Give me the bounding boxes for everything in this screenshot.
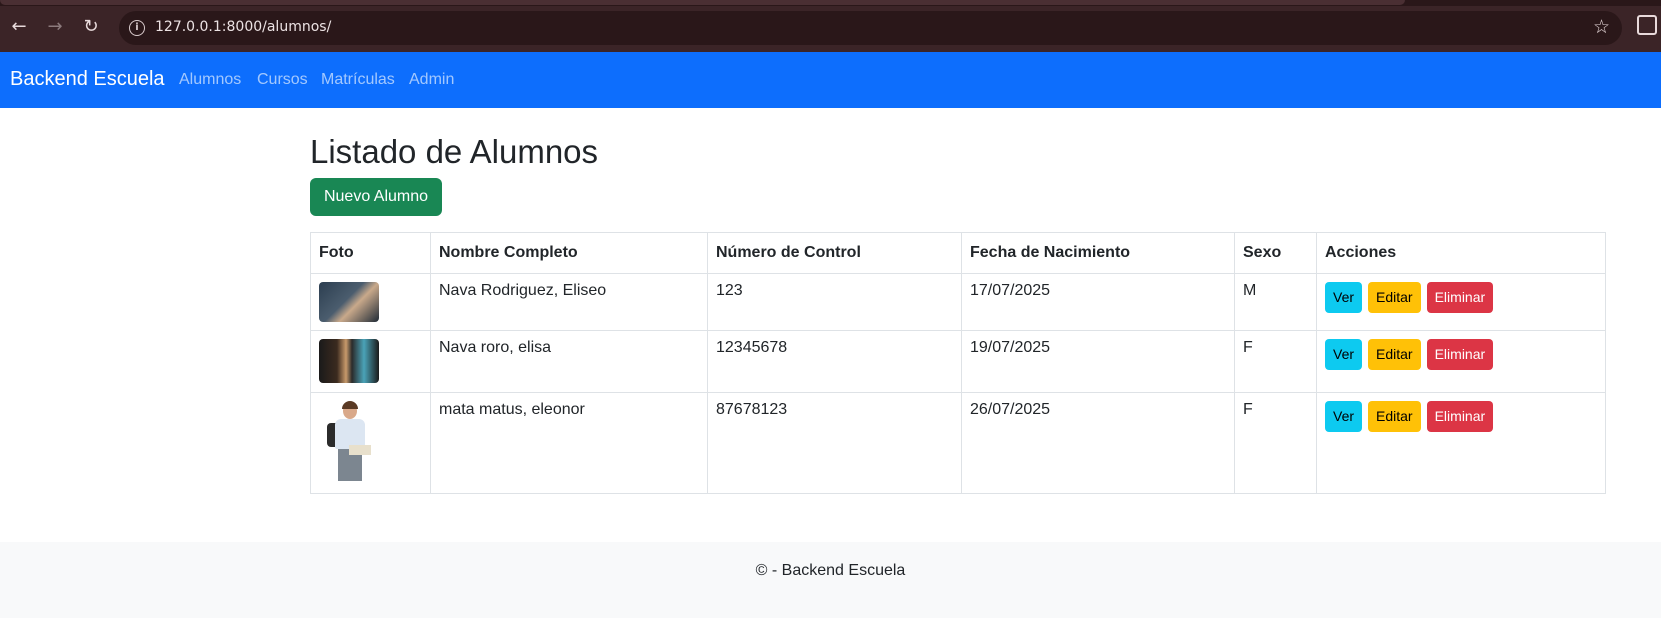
- student-photo: [319, 401, 379, 483]
- address-bar[interactable]: i 127.0.0.1:8000/alumnos/ ☆: [119, 11, 1622, 45]
- edit-button[interactable]: Editar: [1368, 339, 1421, 370]
- students-table: Foto Nombre Completo Número de Control F…: [310, 232, 1606, 494]
- header-numero: Número de Control: [707, 232, 962, 274]
- reload-icon[interactable]: ↻: [80, 16, 102, 38]
- photo-cell: [310, 330, 431, 393]
- info-icon[interactable]: i: [129, 20, 145, 36]
- navbar-brand[interactable]: Backend Escuela: [10, 68, 165, 91]
- header-acciones: Acciones: [1316, 232, 1606, 274]
- edit-button[interactable]: Editar: [1368, 401, 1421, 432]
- header-sexo: Sexo: [1234, 232, 1317, 274]
- fecha-cell: 19/07/2025: [961, 330, 1235, 393]
- page-title: Listado de Alumnos: [310, 133, 599, 170]
- photo-cell: [310, 273, 431, 331]
- nav-link-cursos[interactable]: Cursos: [257, 71, 308, 89]
- delete-button[interactable]: Eliminar: [1426, 282, 1494, 313]
- sexo-cell: F: [1234, 330, 1317, 393]
- nombre-cell: Nava roro, elisa: [430, 330, 708, 393]
- table-row: Nava roro, elisa 12345678 19/07/2025 F V…: [310, 330, 1606, 393]
- table-row: Nava Rodriguez, Eliseo 123 17/07/2025 M …: [310, 273, 1606, 331]
- star-icon[interactable]: ☆: [1593, 16, 1610, 38]
- delete-button[interactable]: Eliminar: [1426, 401, 1494, 432]
- actions-cell: Ver Editar Eliminar: [1316, 392, 1606, 494]
- delete-button[interactable]: Eliminar: [1426, 339, 1494, 370]
- student-photo: [319, 339, 379, 383]
- active-tab[interactable]: [0, 0, 1405, 5]
- edit-button[interactable]: Editar: [1368, 282, 1421, 313]
- back-arrow-icon[interactable]: ←: [8, 16, 30, 38]
- view-button[interactable]: Ver: [1325, 401, 1363, 432]
- table-row: mata matus, eleonor 87678123 26/07/2025 …: [310, 392, 1606, 494]
- navbar: Backend Escuela Alumnos Cursos Matrícula…: [0, 52, 1661, 108]
- actions-cell: Ver Editar Eliminar: [1316, 330, 1606, 393]
- table-header-row: Foto Nombre Completo Número de Control F…: [310, 232, 1606, 274]
- header-nombre: Nombre Completo: [430, 232, 708, 274]
- nombre-cell: Nava Rodriguez, Eliseo: [430, 273, 708, 331]
- actions-cell: Ver Editar Eliminar: [1316, 273, 1606, 331]
- browser-toolbar: ← → ↻ i 127.0.0.1:8000/alumnos/ ☆: [0, 0, 1661, 52]
- header-foto: Foto: [310, 232, 431, 274]
- extensions-icon[interactable]: [1637, 15, 1657, 35]
- student-photo: [319, 282, 379, 322]
- sexo-cell: F: [1234, 392, 1317, 494]
- numero-cell: 12345678: [707, 330, 962, 393]
- nav-link-alumnos[interactable]: Alumnos: [179, 71, 241, 89]
- new-student-button[interactable]: Nuevo Alumno: [310, 178, 442, 216]
- view-button[interactable]: Ver: [1325, 282, 1363, 313]
- fecha-cell: 26/07/2025: [961, 392, 1235, 494]
- nav-link-matriculas[interactable]: Matrículas: [321, 71, 395, 89]
- url-text[interactable]: 127.0.0.1:8000/alumnos/: [155, 19, 331, 35]
- photo-cell: [310, 392, 431, 494]
- view-button[interactable]: Ver: [1325, 339, 1363, 370]
- sexo-cell: M: [1234, 273, 1317, 331]
- footer-text: © - Backend Escuela: [755, 562, 906, 579]
- numero-cell: 123: [707, 273, 962, 331]
- nombre-cell: mata matus, eleonor: [430, 392, 708, 494]
- numero-cell: 87678123: [707, 392, 962, 494]
- header-fecha: Fecha de Nacimiento: [961, 232, 1235, 274]
- nav-link-admin[interactable]: Admin: [409, 71, 454, 89]
- forward-arrow-icon[interactable]: →: [44, 16, 66, 38]
- footer: © - Backend Escuela: [0, 542, 1661, 618]
- fecha-cell: 17/07/2025: [961, 273, 1235, 331]
